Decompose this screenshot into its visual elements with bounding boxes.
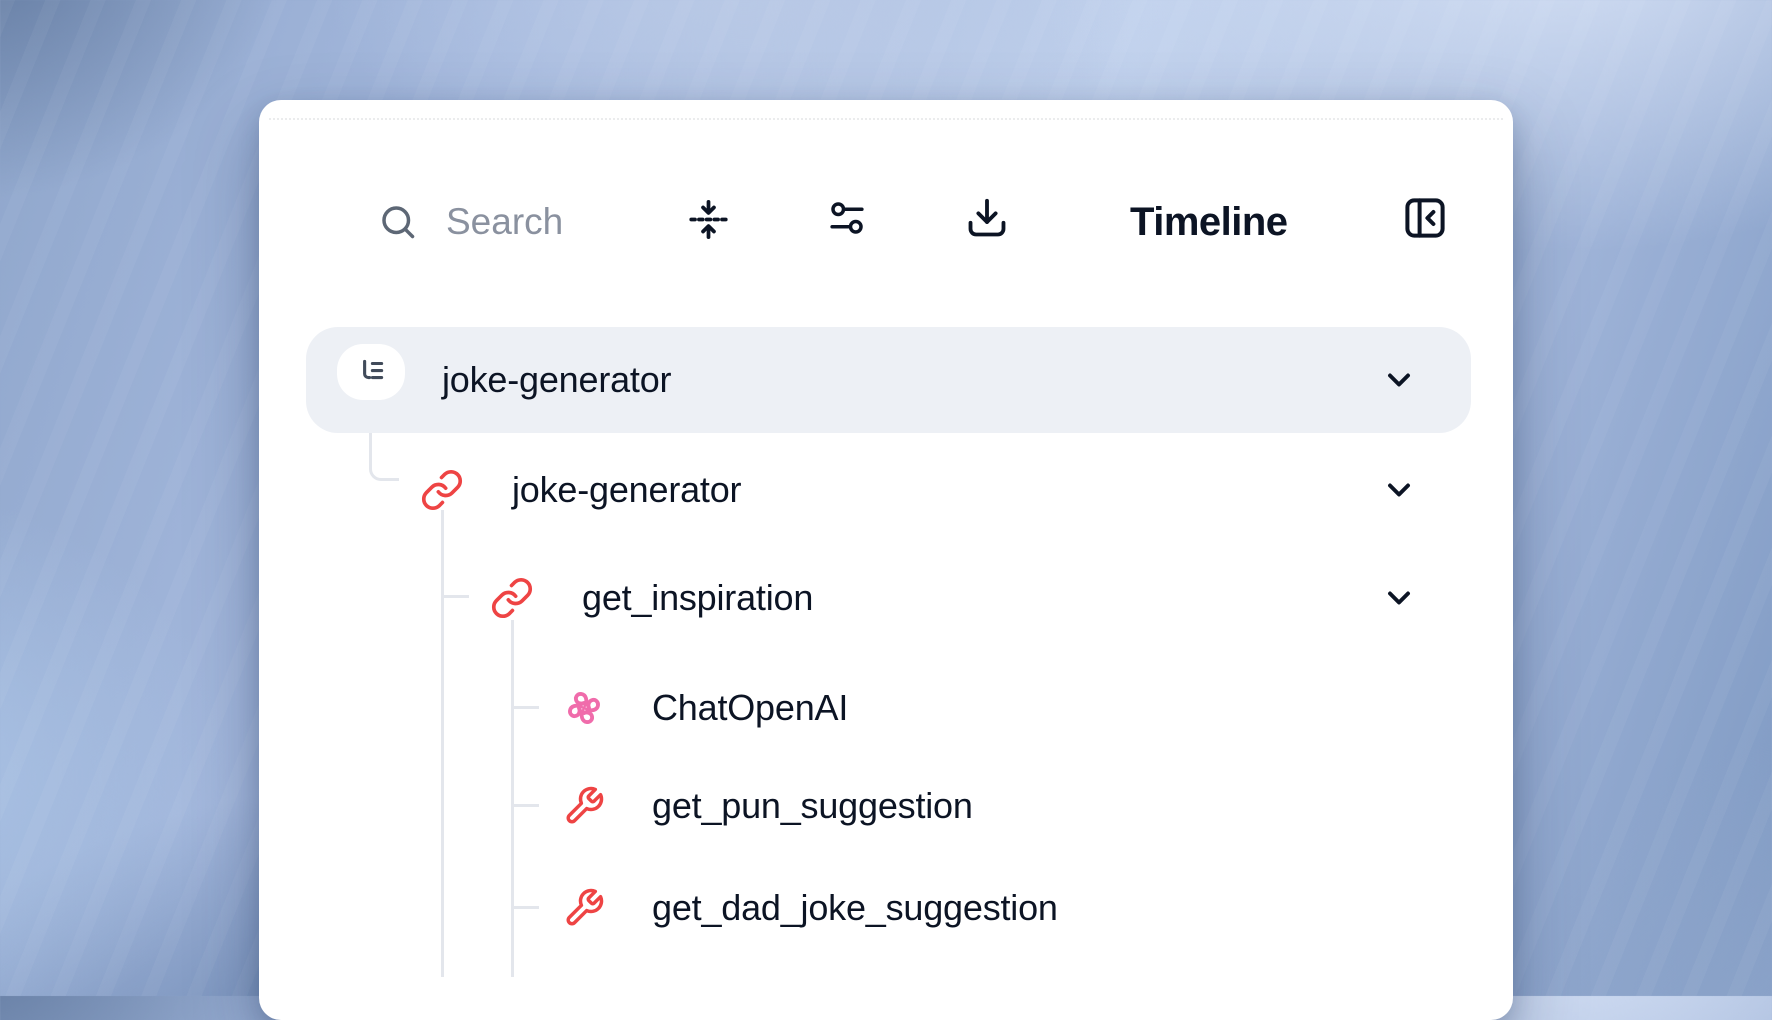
chevron-down-icon[interactable] (1381, 362, 1417, 398)
tree-row-label: joke-generator (442, 359, 671, 401)
chain-link-icon (490, 576, 534, 620)
tree-row-label: ChatOpenAI (652, 687, 848, 729)
tree-row[interactable] (259, 656, 1513, 760)
tree-structure-icon (354, 355, 388, 389)
tree-row-label: get_dad_joke_suggestion (652, 887, 1058, 929)
chain-link-icon (420, 468, 464, 512)
chevron-down-icon[interactable] (1381, 472, 1417, 508)
tool-wrench-icon (563, 887, 605, 929)
llm-model-icon (561, 685, 607, 731)
chevron-down-icon[interactable] (1381, 580, 1417, 616)
tree-row[interactable] (259, 546, 1513, 650)
tree-row-label: get_inspiration (582, 577, 813, 619)
desktop-background: { "toolbar": { "search_label": "Search",… (0, 0, 1772, 996)
tree-row-label: get_pun_suggestion (652, 785, 973, 827)
tool-wrench-icon (563, 785, 605, 827)
trace-panel: Search Timeline jok (259, 100, 1513, 1020)
root-node-badge (337, 344, 405, 400)
tree-row-label: joke-generator (512, 469, 741, 511)
trace-tree: joke-generator joke-generator get_inspirat… (259, 100, 1513, 1020)
